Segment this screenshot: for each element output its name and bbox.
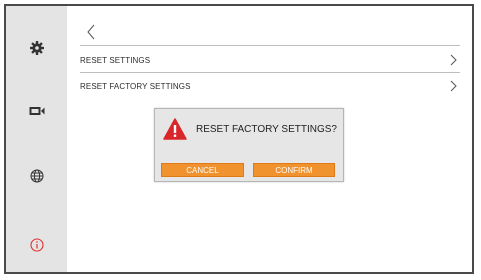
dialog-message: RESET FACTORY SETTINGS?	[196, 124, 337, 135]
device-screen: RESET SETTINGS RESET FACTORY SETTINGS RE…	[4, 4, 474, 274]
warning-icon	[163, 118, 187, 140]
chevron-left-icon	[87, 24, 95, 40]
chevron-right-icon	[446, 53, 460, 67]
info-icon	[29, 238, 44, 252]
sidebar-item-info[interactable]	[6, 230, 67, 260]
list-item-label: RESET SETTINGS	[80, 55, 151, 65]
camera-icon	[29, 107, 44, 115]
gear-icon	[29, 41, 44, 55]
sidebar-item-settings[interactable]	[6, 33, 67, 63]
cancel-button[interactable]: CANCEL	[161, 163, 244, 177]
confirm-button[interactable]: CONFIRM	[253, 163, 335, 177]
divider	[80, 72, 460, 73]
globe-icon	[30, 169, 43, 183]
divider	[80, 45, 460, 46]
chevron-right-icon	[446, 79, 460, 93]
main-panel: RESET SETTINGS RESET FACTORY SETTINGS RE…	[67, 6, 472, 272]
list-item-reset-factory-settings[interactable]: RESET FACTORY SETTINGS	[80, 74, 460, 98]
list-item-reset-settings[interactable]: RESET SETTINGS	[80, 48, 460, 72]
list-item-label: RESET FACTORY SETTINGS	[80, 81, 191, 91]
sidebar-item-camera[interactable]	[6, 96, 67, 126]
confirm-dialog: RESET FACTORY SETTINGS? CANCEL CONFIRM	[154, 108, 344, 182]
sidebar	[6, 6, 67, 272]
back-button[interactable]	[81, 22, 101, 42]
sidebar-item-language[interactable]	[6, 161, 67, 191]
